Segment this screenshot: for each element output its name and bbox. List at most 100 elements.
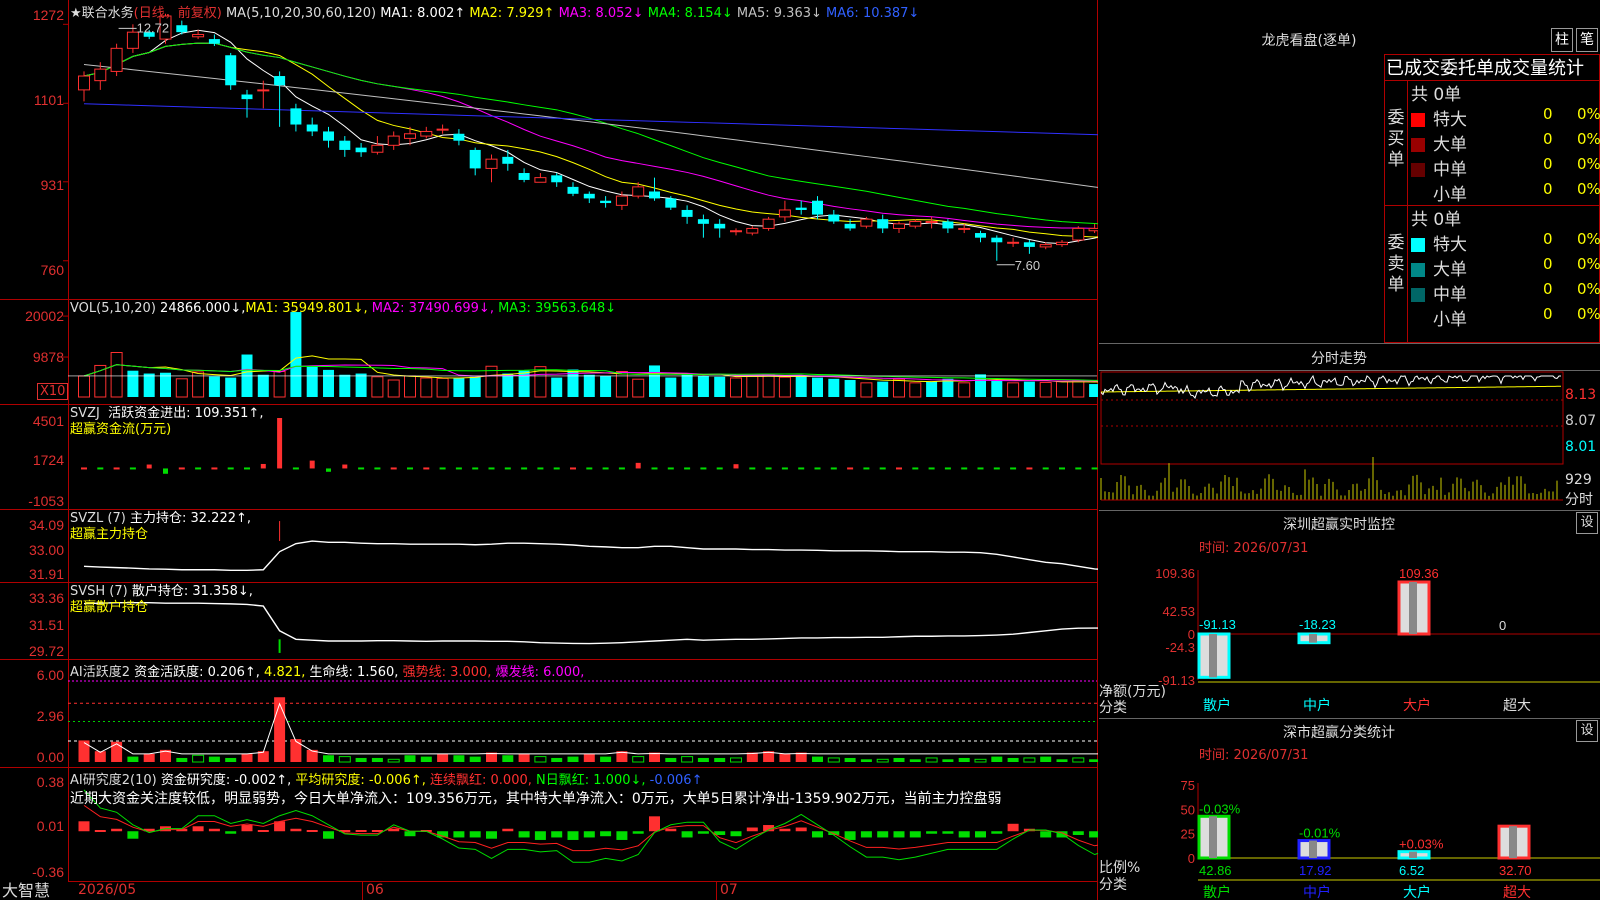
ai2-v5: -0.006↑ xyxy=(649,773,703,788)
monitor-bar-shade xyxy=(1309,634,1317,643)
candle-body xyxy=(975,233,986,238)
order-pct: 0% xyxy=(1577,255,1600,273)
date-tick xyxy=(716,882,717,900)
order-type: 小单 xyxy=(1433,310,1467,330)
flow-bar xyxy=(439,467,446,470)
divider xyxy=(1099,343,1600,344)
order-type: 大单 xyxy=(1433,135,1467,155)
activity-bar xyxy=(583,753,595,762)
vol-bar xyxy=(273,371,286,398)
tab-bar-view[interactable]: 柱 xyxy=(1551,28,1573,52)
research-bar xyxy=(192,826,204,832)
svzl-tick: 34.09 xyxy=(28,517,64,533)
activity-bar xyxy=(469,756,481,762)
candle-body xyxy=(1056,241,1068,246)
intraday-tick: 8.13 xyxy=(1565,387,1597,403)
flow-bar xyxy=(570,467,576,470)
research-bar xyxy=(860,831,872,838)
intraday-unit: 分时 xyxy=(1565,492,1593,508)
flow-bar xyxy=(358,467,365,470)
vol-bar xyxy=(958,382,971,398)
ma1-value: MA1: 8.002↑ xyxy=(380,6,466,21)
candle-body xyxy=(632,186,645,197)
flow-bar xyxy=(635,462,641,469)
svzj-header: SVZJ 活跃资金进出: 109.351↑, 超赢资金流(万元) xyxy=(70,406,263,438)
vol-header: VOL(5,10,20) 24866.000↓,MA1: 35949.801↓,… xyxy=(70,301,616,316)
tab-tick-view[interactable]: 笔 xyxy=(1576,28,1598,52)
research-bar xyxy=(127,831,139,839)
legend-swatch xyxy=(1411,138,1425,152)
research-bar xyxy=(453,831,465,838)
candle-body xyxy=(795,207,807,210)
candle-body xyxy=(339,140,351,150)
candle-body xyxy=(290,108,302,125)
vol-bar xyxy=(143,373,155,397)
vol-bar xyxy=(1023,381,1035,397)
candle-body xyxy=(714,223,726,229)
candle-body xyxy=(615,195,628,206)
vol-bar xyxy=(665,377,677,397)
order-row: 小单 0 0% xyxy=(1411,180,1600,205)
vol-bar xyxy=(975,374,986,397)
research-bar xyxy=(583,831,595,838)
research-bar xyxy=(567,831,579,840)
flow-bar xyxy=(944,467,951,470)
buy-side-label: 委买单 xyxy=(1387,108,1405,170)
activity-bar xyxy=(876,758,889,763)
monitor-bar-shade xyxy=(1409,582,1417,634)
kline-chart-svg[interactable]: 12.72 7.60 xyxy=(0,0,1098,900)
class-category: 散户 xyxy=(1203,884,1231,900)
class-tick: 25 xyxy=(1181,827,1195,842)
svzj-tick: 4501 xyxy=(32,413,64,429)
candle-body xyxy=(551,175,563,183)
candle-body xyxy=(274,76,286,86)
order-row: 中单 0 0% xyxy=(1411,155,1600,180)
vol-bar xyxy=(697,375,709,397)
research-bar xyxy=(600,831,612,837)
candle-body xyxy=(762,218,775,229)
activity-bar xyxy=(78,740,90,762)
vol-bar xyxy=(208,376,220,397)
research-bar xyxy=(926,831,938,834)
svsh-tick: 29.72 xyxy=(28,643,64,659)
date-label: 07 xyxy=(720,882,738,898)
order-count: 0 xyxy=(1543,180,1553,198)
svsh-tick: 33.36 xyxy=(28,590,64,606)
research-bar xyxy=(290,828,302,832)
vol-ma1: MA1: 35949.801↓, xyxy=(245,301,368,316)
vol-bar xyxy=(502,373,514,397)
flow-bar xyxy=(830,467,837,470)
flow-bar xyxy=(667,467,674,470)
buy-total: 共 0单 xyxy=(1411,85,1462,105)
main-chart-area[interactable]: 12.72 7.60 ★联合水务(日线，前复权) MA(5,10,20,30,60… xyxy=(0,0,1098,900)
candle-body xyxy=(1039,244,1052,248)
activity-bar xyxy=(241,753,253,762)
vol-bar xyxy=(795,375,807,397)
research-bar xyxy=(779,828,791,832)
activity-bar xyxy=(127,756,139,762)
stock-name: ★联合水务 xyxy=(70,6,134,21)
vol-bar xyxy=(681,374,693,397)
activity-bar xyxy=(387,758,400,763)
order-pct: 0% xyxy=(1577,305,1600,323)
legend-swatch xyxy=(1411,163,1425,177)
candle-body xyxy=(583,193,595,199)
activity-bar xyxy=(1007,757,1019,762)
research-bar xyxy=(1072,831,1084,835)
activity-bar xyxy=(730,757,742,763)
vol-bar xyxy=(355,373,367,397)
intraday-chart[interactable] xyxy=(1099,370,1600,510)
flow-bar xyxy=(244,467,250,470)
monitor-settings-button[interactable]: 设 xyxy=(1576,512,1598,534)
vol-bar xyxy=(420,377,433,398)
activity-bar xyxy=(323,755,334,762)
main-holding-line xyxy=(83,540,1098,571)
flow-bar xyxy=(586,467,593,470)
candle-body xyxy=(469,149,481,169)
candle-body xyxy=(860,218,873,227)
flow-bar xyxy=(129,467,136,470)
vol-bar xyxy=(1039,381,1052,398)
intraday-title: 分时走势 xyxy=(1311,351,1367,367)
class-settings-button[interactable]: 设 xyxy=(1576,720,1598,742)
activity-bar xyxy=(1089,759,1098,762)
